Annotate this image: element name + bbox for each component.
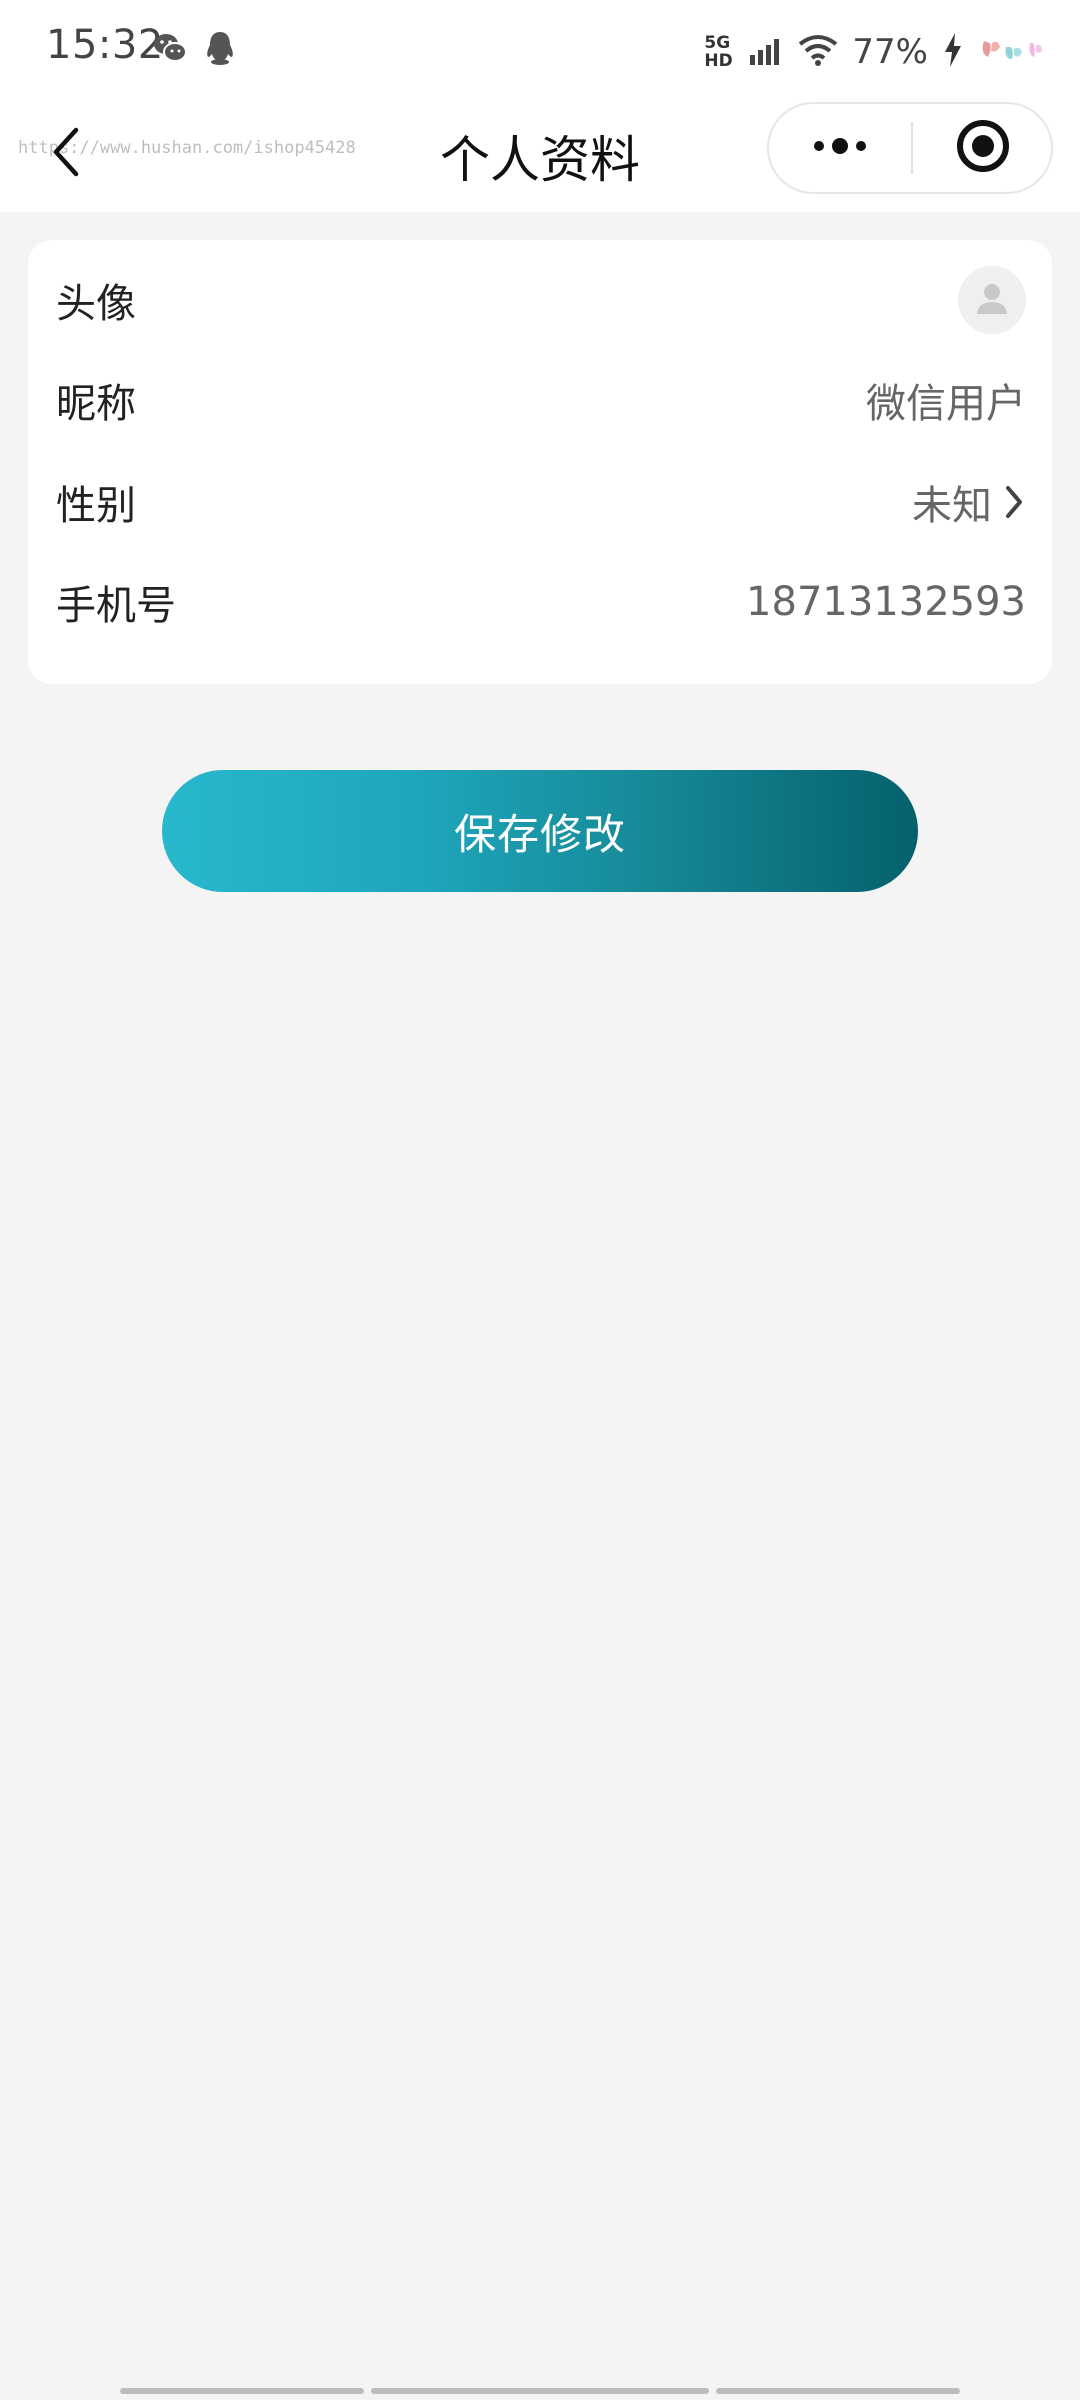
nickname-row[interactable]: 昵称 微信用户 (56, 360, 1026, 440)
avatar-placeholder-icon (972, 278, 1012, 322)
network-label: 5G HD (704, 34, 754, 70)
profile-card: 头像 昵称 微信用户 性别 未知 手机号 18713132593 (28, 240, 1052, 684)
signal-icon (750, 35, 784, 69)
wechat-icon (152, 30, 188, 70)
network-type: 5G HD (704, 33, 733, 71)
gender-value-group[interactable]: 未知 (912, 473, 1026, 531)
status-bar: 15:32 5G HD 77% (0, 0, 1080, 100)
target-close-icon (955, 118, 1011, 178)
status-right: 5G HD 77% (704, 24, 1044, 80)
close-miniprogram-button[interactable] (913, 104, 1053, 192)
avatar-label: 头像 (56, 281, 136, 327)
chevron-right-icon (1002, 482, 1026, 522)
charging-icon (942, 32, 964, 72)
gender-value: 未知 (912, 483, 992, 529)
gesture-bar-center[interactable] (371, 2388, 709, 2394)
status-time: 15:32 (46, 22, 164, 68)
avatar[interactable] (958, 266, 1026, 334)
miniprogram-capsule (767, 102, 1053, 194)
qq-icon (204, 30, 236, 70)
navigation-bar: https://www.hushan.com/ishop45428 个人资料 (0, 100, 1080, 212)
nickname-value: 微信用户 (866, 381, 1026, 427)
phone-row: 手机号 18713132593 (56, 562, 1026, 642)
gender-label: 性别 (56, 483, 136, 529)
nickname-label: 昵称 (56, 381, 136, 427)
phone-label: 手机号 (56, 583, 176, 629)
avatar-row[interactable]: 头像 (56, 260, 1026, 340)
butterfly-icon (978, 35, 1044, 69)
gender-row[interactable]: 性别 未知 (56, 462, 1026, 542)
more-button[interactable] (769, 104, 911, 192)
gesture-bar-left (120, 2388, 364, 2394)
notification-icons (152, 30, 236, 70)
battery-percent: 77% (852, 32, 928, 72)
more-dots-icon (810, 136, 870, 160)
wifi-icon (798, 34, 838, 70)
gesture-bar-right (716, 2388, 960, 2394)
phone-value: 18713132593 (746, 579, 1026, 625)
save-button[interactable]: 保存修改 (162, 770, 918, 892)
